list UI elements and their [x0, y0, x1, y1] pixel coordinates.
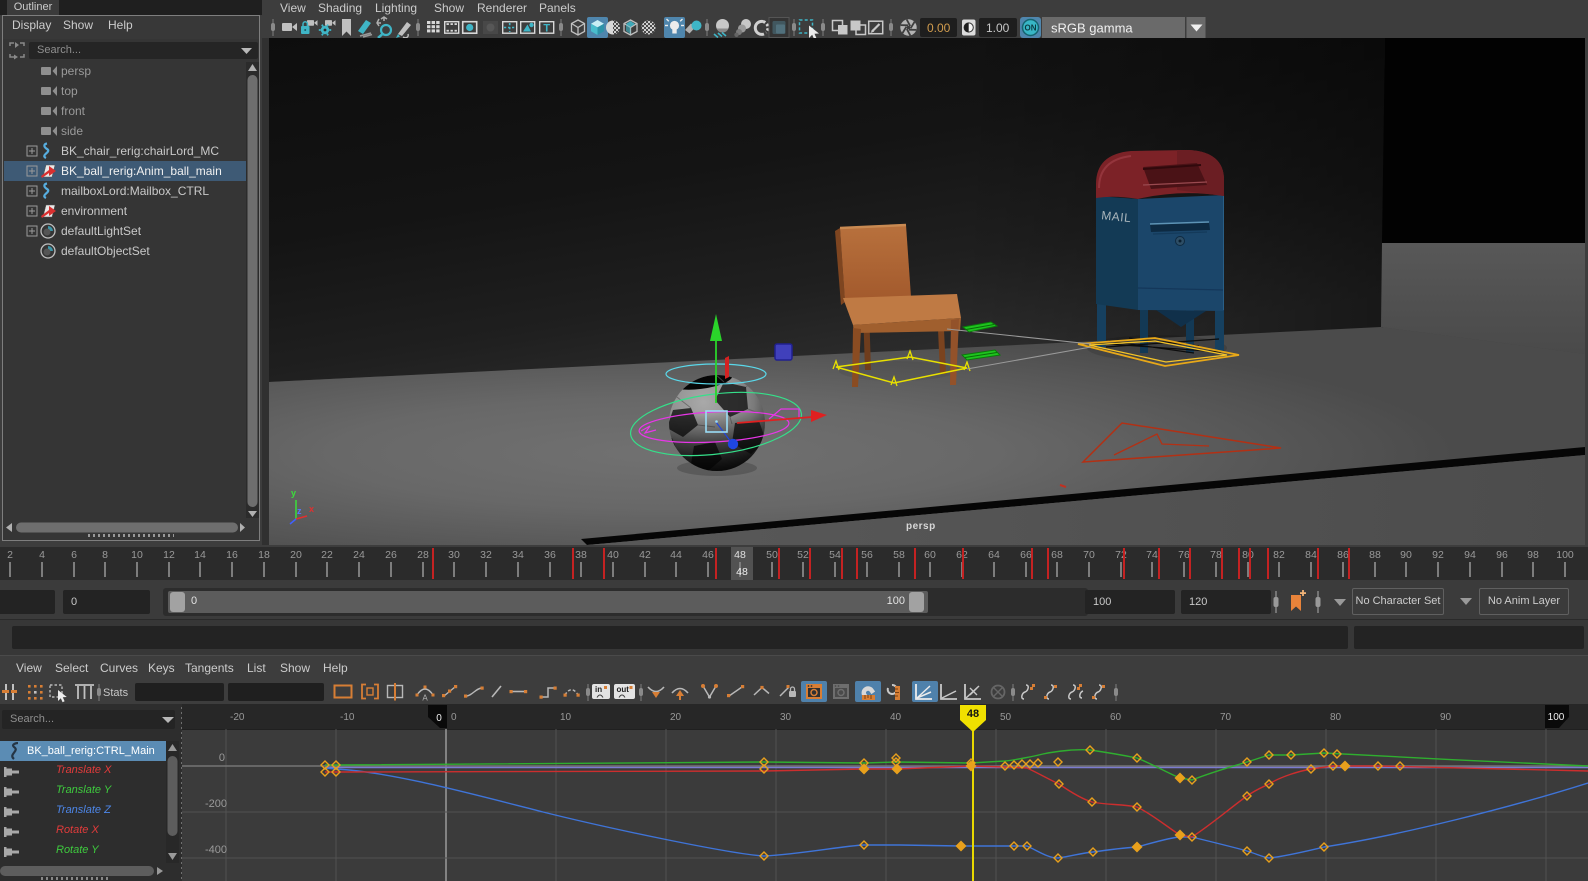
svg-text:96: 96 — [1496, 549, 1508, 561]
svg-text:0: 0 — [451, 712, 457, 723]
svg-text:100: 100 — [1548, 712, 1565, 723]
svg-text:-400: -400 — [205, 844, 227, 856]
svg-text:84: 84 — [1305, 549, 1317, 561]
svg-text:12: 12 — [163, 549, 175, 561]
svg-text:44: 44 — [670, 549, 682, 561]
svg-text:52: 52 — [797, 549, 809, 561]
svg-text:24: 24 — [353, 549, 365, 561]
svg-text:persp: persp — [61, 64, 91, 78]
svg-text:x: x — [309, 504, 314, 514]
svg-text:36: 36 — [544, 549, 556, 561]
svg-text:BK_ball_rerig:Anim_ball_main: BK_ball_rerig:Anim_ball_main — [61, 164, 222, 178]
svg-text:82: 82 — [1273, 549, 1285, 561]
svg-text:0: 0 — [436, 713, 442, 724]
svg-text:in: in — [595, 685, 602, 694]
svg-text:defaultObjectSet: defaultObjectSet — [61, 244, 150, 258]
svg-text:54: 54 — [829, 549, 841, 561]
svg-text:top: top — [61, 84, 78, 98]
svg-text:environment: environment — [61, 204, 128, 218]
svg-text:70: 70 — [1083, 549, 1095, 561]
svg-text:42: 42 — [639, 549, 651, 561]
svg-text:60: 60 — [924, 549, 936, 561]
svg-text:28: 28 — [417, 549, 429, 561]
svg-text:20: 20 — [290, 549, 302, 561]
svg-text:94: 94 — [1464, 549, 1476, 561]
svg-text:20: 20 — [670, 712, 682, 723]
svg-text:persp: persp — [906, 521, 936, 532]
svg-text:80: 80 — [1242, 549, 1254, 561]
svg-text:50: 50 — [766, 549, 778, 561]
svg-text:40: 40 — [607, 549, 619, 561]
svg-text:88: 88 — [1369, 549, 1381, 561]
svg-text:8: 8 — [102, 549, 108, 561]
svg-text:100: 100 — [1556, 549, 1574, 561]
svg-text:14: 14 — [194, 549, 206, 561]
svg-text:40: 40 — [890, 712, 902, 723]
svg-text:46: 46 — [702, 549, 714, 561]
svg-text:z: z — [297, 506, 302, 516]
svg-text:0.00: 0.00 — [927, 21, 951, 35]
svg-text:90: 90 — [1400, 549, 1412, 561]
svg-text:Stats: Stats — [103, 687, 129, 699]
svg-text:26: 26 — [385, 549, 397, 561]
svg-text:56: 56 — [861, 549, 873, 561]
svg-text:-20: -20 — [230, 712, 245, 723]
svg-text:72: 72 — [1115, 549, 1127, 561]
svg-text:1.00: 1.00 — [986, 21, 1010, 35]
svg-text:66: 66 — [1020, 549, 1032, 561]
svg-text:38: 38 — [575, 549, 587, 561]
svg-text:60: 60 — [1110, 712, 1122, 723]
svg-text:30: 30 — [448, 549, 460, 561]
svg-text:16: 16 — [226, 549, 238, 561]
svg-text:30: 30 — [780, 712, 792, 723]
svg-text:90: 90 — [1440, 712, 1452, 723]
svg-text:front: front — [61, 104, 86, 118]
svg-text:sRGB gamma: sRGB gamma — [1051, 21, 1133, 36]
svg-text:78: 78 — [1210, 549, 1222, 561]
svg-text:92: 92 — [1432, 549, 1444, 561]
svg-text:48: 48 — [734, 549, 746, 561]
svg-text:86: 86 — [1337, 549, 1349, 561]
svg-text:48: 48 — [967, 708, 979, 720]
svg-text:50: 50 — [1000, 712, 1012, 723]
svg-text:58: 58 — [893, 549, 905, 561]
svg-text:-200: -200 — [205, 798, 227, 810]
svg-text:18: 18 — [258, 549, 270, 561]
svg-text:80: 80 — [1330, 712, 1342, 723]
svg-text:68: 68 — [1051, 549, 1063, 561]
svg-text:6: 6 — [71, 549, 77, 561]
svg-text:98: 98 — [1527, 549, 1539, 561]
svg-text:T: T — [543, 23, 550, 35]
svg-text:70: 70 — [1220, 712, 1232, 723]
svg-text:y: y — [291, 488, 296, 498]
svg-text:34: 34 — [512, 549, 524, 561]
svg-text:2: 2 — [7, 549, 13, 561]
svg-text:defaultLightSet: defaultLightSet — [61, 224, 142, 238]
svg-text:side: side — [61, 124, 83, 138]
svg-text:mailboxLord:Mailbox_CTRL: mailboxLord:Mailbox_CTRL — [61, 184, 209, 198]
svg-text:32: 32 — [480, 549, 492, 561]
svg-text:0: 0 — [219, 752, 225, 764]
svg-text:A: A — [422, 694, 428, 703]
svg-text:74: 74 — [1146, 549, 1158, 561]
svg-text:76: 76 — [1178, 549, 1190, 561]
svg-text:4: 4 — [39, 549, 45, 561]
svg-text:BK_chair_rerig:chairLord_MC: BK_chair_rerig:chairLord_MC — [61, 144, 219, 158]
svg-text:48: 48 — [736, 566, 748, 578]
svg-text:ON: ON — [1025, 24, 1037, 33]
svg-text:10: 10 — [560, 712, 572, 723]
svg-text:10: 10 — [131, 549, 143, 561]
svg-text:-10: -10 — [340, 712, 355, 723]
svg-text:out: out — [617, 685, 630, 694]
svg-text:22: 22 — [321, 549, 333, 561]
svg-text:64: 64 — [988, 549, 1000, 561]
